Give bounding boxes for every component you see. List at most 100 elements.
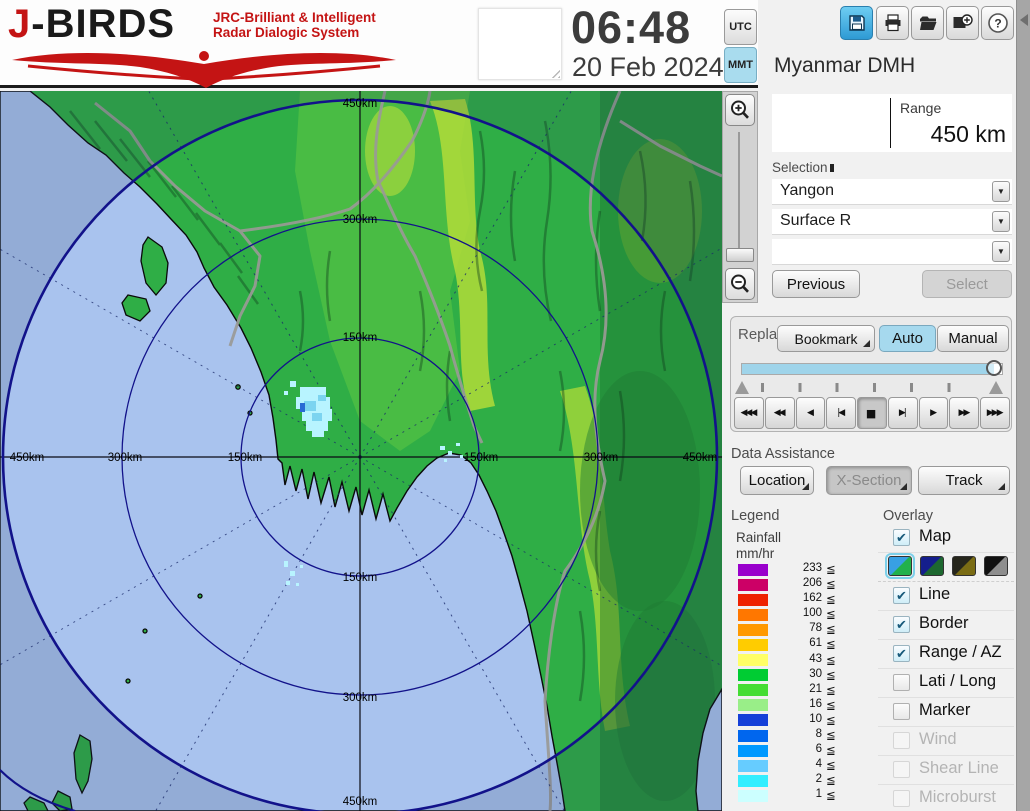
overlay-item-range-az[interactable]: ✔ Range / AZ: [878, 640, 1014, 669]
legend-value: 206: [772, 577, 822, 589]
chevron-down-icon[interactable]: ▼: [992, 241, 1010, 262]
zoom-out-button[interactable]: [725, 268, 755, 300]
stop-button[interactable]: ■: [857, 397, 887, 429]
checkbox: [893, 761, 910, 778]
forward-triple-button[interactable]: ▶▶▶: [980, 397, 1010, 429]
checkbox: [893, 732, 910, 749]
legend-swatch: [738, 669, 768, 681]
legend-row: 61≦: [736, 637, 876, 652]
open-file-button[interactable]: [911, 6, 944, 40]
zoom-slider-handle[interactable]: [726, 248, 754, 262]
previous-button[interactable]: Previous: [772, 270, 860, 298]
utc-button[interactable]: UTC: [724, 9, 757, 45]
legend-comparator: ≦: [826, 668, 836, 682]
svg-text:450km: 450km: [10, 452, 45, 464]
map-style-2[interactable]: [920, 556, 944, 576]
app-logo: J-BIRDS JRC-Brilliant & Intelligent Rada…: [8, 2, 408, 86]
checkbox[interactable]: ✔: [893, 645, 910, 662]
slider-end-marker[interactable]: [989, 381, 1003, 394]
svg-text:300km: 300km: [343, 692, 378, 704]
replay-slider[interactable]: [741, 363, 1003, 375]
checkbox[interactable]: [893, 674, 910, 691]
overlay-panel: ✔Map✔Line✔Border✔Range / AZLati / LongMa…: [878, 524, 1014, 811]
overlay-item-map[interactable]: ✔Map: [878, 524, 1014, 553]
legend-row: 233≦: [736, 562, 876, 577]
legend-swatch: [738, 654, 768, 666]
overlay-item-wind: Wind: [878, 727, 1014, 756]
capture-button[interactable]: [946, 6, 979, 40]
mmt-button[interactable]: MMT: [724, 47, 757, 83]
play-button[interactable]: ▶: [919, 397, 949, 429]
overlay-item-line[interactable]: ✔Line: [878, 582, 1014, 611]
chevron-down-icon[interactable]: ▼: [992, 211, 1010, 232]
map-style-4[interactable]: [984, 556, 1008, 576]
eagle-logo-icon: [8, 48, 400, 88]
bookmark-button[interactable]: Bookmark: [777, 325, 875, 352]
save-button[interactable]: [840, 6, 873, 40]
help-button[interactable]: ?: [981, 6, 1014, 40]
select-button: Select: [922, 270, 1012, 298]
overlay-item-border[interactable]: ✔Border: [878, 611, 1014, 640]
legend-comparator: ≦: [826, 577, 836, 591]
overlay-item-label: Range / AZ: [919, 643, 1002, 662]
svg-text:?: ?: [994, 17, 1001, 31]
resize-grip[interactable]: [549, 67, 560, 78]
overlay-item-label: Marker: [919, 701, 970, 720]
overlay-item-microburst: Microburst: [878, 785, 1014, 811]
print-button[interactable]: [876, 6, 909, 40]
dropdown-product[interactable]: Surface R ▼: [772, 209, 1012, 235]
overlay-item-lati-long[interactable]: Lati / Long: [878, 669, 1014, 698]
checkbox[interactable]: ✔: [893, 529, 910, 546]
zoom-in-button[interactable]: [725, 94, 755, 126]
legend-panel: Rainfall mm/hr 233≦206≦162≦100≦78≦61≦43≦…: [736, 530, 876, 804]
panel-splitter[interactable]: [1016, 0, 1030, 811]
legend-comparator: ≦: [826, 773, 836, 787]
legend-row: 4≦: [736, 758, 876, 773]
legend-row: 1≦: [736, 788, 876, 803]
last-frame-button[interactable]: ▶|: [888, 397, 918, 429]
manual-button[interactable]: Manual: [937, 325, 1009, 352]
legend-swatch: [738, 684, 768, 696]
chevron-down-icon[interactable]: ▼: [992, 181, 1010, 202]
forward-double-button[interactable]: ▶▶: [949, 397, 979, 429]
dropdown-site[interactable]: Yangon ▼: [772, 179, 1012, 205]
legend-title: Rainfall: [736, 530, 876, 546]
rewind-triple-button[interactable]: ◀◀◀: [734, 397, 764, 429]
legend-label: Legend: [731, 508, 779, 524]
radar-map[interactable]: 450km300km150km150km300km450km450km300km…: [0, 91, 722, 811]
checkbox[interactable]: [893, 703, 910, 720]
legend-comparator: ≦: [826, 788, 836, 802]
legend-swatch: [738, 639, 768, 651]
svg-text:450km: 450km: [683, 452, 718, 464]
slider-handle[interactable]: [986, 360, 1002, 376]
header: J-BIRDS JRC-Brilliant & Intelligent Rada…: [0, 0, 758, 88]
legend-swatch: [738, 579, 768, 591]
legend-swatch: [738, 790, 768, 802]
dropdown-empty[interactable]: ▼: [772, 239, 1012, 265]
first-frame-button[interactable]: |◀: [826, 397, 856, 429]
rewind-double-button[interactable]: ◀◀: [765, 397, 795, 429]
map-style-1[interactable]: [888, 556, 912, 576]
zoom-slider-track[interactable]: [738, 132, 740, 256]
range-box: Range 450 km: [772, 94, 1012, 152]
legend-row: 43≦: [736, 653, 876, 668]
location-button[interactable]: Location: [740, 466, 814, 495]
x-section-button[interactable]: X-Section: [826, 466, 912, 495]
overlay-item-marker[interactable]: Marker: [878, 698, 1014, 727]
legend-value: 1: [772, 788, 822, 800]
legend-value: 6: [772, 743, 822, 755]
legend-comparator: ≦: [826, 728, 836, 742]
track-button[interactable]: Track: [918, 466, 1010, 495]
legend-swatch: [738, 699, 768, 711]
legend-value: 2: [772, 773, 822, 785]
overlay-item-label: Lati / Long: [919, 672, 996, 691]
legend-comparator: ≦: [826, 758, 836, 772]
auto-button[interactable]: Auto: [879, 325, 936, 352]
step-back-button[interactable]: ◀: [796, 397, 826, 429]
legend-row: 6≦: [736, 743, 876, 758]
slider-start-marker[interactable]: [735, 381, 749, 394]
map-style-3[interactable]: [952, 556, 976, 576]
checkbox[interactable]: ✔: [893, 616, 910, 633]
collapse-arrow-icon[interactable]: [1020, 14, 1028, 26]
checkbox[interactable]: ✔: [893, 587, 910, 604]
